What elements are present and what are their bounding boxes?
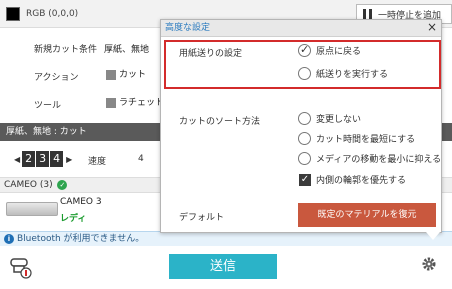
- sort-option-label: 変更しない: [316, 115, 362, 125]
- pause-icon: [363, 9, 372, 19]
- feed-option-label: 原点に戻る: [316, 47, 362, 57]
- action-value-text: カット: [119, 70, 147, 80]
- radio-icon[interactable]: [298, 132, 311, 145]
- info-icon: i: [4, 233, 14, 244]
- feed-option-return-origin[interactable]: 原点に戻る: [298, 43, 362, 57]
- popup-tail: [426, 232, 440, 240]
- radio-icon[interactable]: [298, 112, 311, 125]
- sort-option-no-change[interactable]: 変更しない: [298, 112, 361, 125]
- sort-option-label: カット時間を最短にする: [316, 135, 416, 145]
- blade-depth-counter[interactable]: ◀ 2 3 4 ▶: [12, 151, 74, 167]
- gear-icon[interactable]: [421, 256, 437, 272]
- counter-digit: 4: [50, 151, 64, 167]
- decrease-arrow-icon[interactable]: ◀: [14, 155, 20, 164]
- speed-label: 速度: [88, 157, 107, 167]
- sort-method-label: カットのソート方法: [179, 117, 261, 127]
- device-list-label: CAMEO (3): [4, 180, 53, 190]
- knife-icon: [106, 69, 116, 80]
- action-label: アクション: [34, 73, 79, 83]
- default-label: デフォルト: [179, 213, 225, 223]
- sort-option-label: メディアの移動を最小に抑える: [316, 155, 442, 165]
- rgb-label: RGB (0,0,0): [26, 9, 79, 19]
- send-button[interactable]: 送信: [169, 254, 277, 279]
- counter-digit: 3: [36, 151, 50, 167]
- cut-condition-label: 新規カット条件: [34, 45, 98, 55]
- tool-value-text: ラチェット: [119, 98, 165, 108]
- radio-icon[interactable]: [298, 152, 311, 165]
- cut-condition-value[interactable]: 厚紙、無地: [104, 42, 149, 55]
- device-status: レディ: [60, 214, 87, 224]
- device-name[interactable]: CAMEO 3: [60, 197, 102, 207]
- counter-digit: 2: [22, 151, 36, 167]
- restore-default-material-button[interactable]: 既定のマテリアルを復元: [298, 203, 436, 227]
- radio-icon[interactable]: [298, 67, 311, 80]
- tool-label: ツール: [34, 101, 62, 111]
- popup-title: 高度な設定: [161, 20, 441, 37]
- sort-option-inner-contour-first[interactable]: ✓ 内側の輪郭を優先する: [299, 173, 406, 186]
- feed-option-label: 紙送りを実行する: [316, 70, 389, 80]
- cutter-tool-icon[interactable]: [8, 254, 34, 280]
- feed-option-paper-feed[interactable]: 紙送りを実行する: [298, 67, 388, 80]
- sort-option-label: 内側の輪郭を優先する: [316, 176, 407, 186]
- feed-setting-label: 用紙送りの設定: [179, 49, 243, 59]
- sort-option-min-media-move[interactable]: メディアの移動を最小に抑える: [298, 152, 441, 165]
- checkbox-checked-icon[interactable]: ✓: [299, 173, 311, 186]
- connected-check-icon: ✓: [57, 179, 68, 190]
- color-swatch[interactable]: [6, 7, 20, 21]
- bluetooth-message-bar: i Bluetooth が利用できません。: [0, 231, 452, 246]
- advanced-settings-popup: 高度な設定 × 用紙送りの設定 原点に戻る 紙送りを実行する カットのソート方法…: [160, 19, 442, 240]
- sort-option-shortest-time[interactable]: カット時間を最短にする: [298, 132, 415, 145]
- increase-arrow-icon[interactable]: ▶: [66, 155, 72, 164]
- bluetooth-message: Bluetooth が利用できません。: [17, 234, 145, 244]
- tool-value[interactable]: ラチェット: [106, 95, 164, 108]
- radio-selected-icon[interactable]: [298, 43, 311, 57]
- close-icon[interactable]: ×: [425, 21, 439, 35]
- ratchet-icon: [106, 97, 116, 108]
- cutter-device-image: [6, 202, 58, 216]
- action-value[interactable]: カット: [106, 67, 146, 80]
- speed-value[interactable]: 4: [138, 154, 144, 164]
